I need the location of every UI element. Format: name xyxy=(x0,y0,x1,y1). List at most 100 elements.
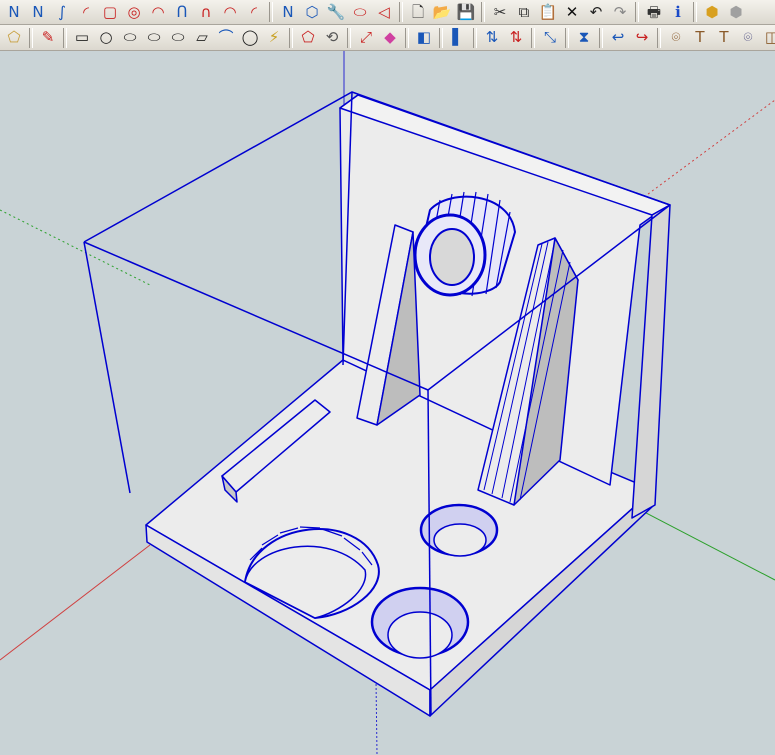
unfold-button[interactable]: ⌾ xyxy=(665,27,687,49)
wrench-button[interactable]: 🔧 xyxy=(325,1,347,23)
print-icon: 🖶 xyxy=(646,2,662,21)
arch-button[interactable]: ⌒ xyxy=(215,27,237,49)
copy-button[interactable]: ⧉ xyxy=(513,1,535,23)
follow-me-button[interactable]: ▌ xyxy=(447,27,469,49)
erase-button[interactable]: ✕ xyxy=(561,1,583,23)
rotate-button[interactable]: ⟲ xyxy=(321,27,343,49)
texture-t2-button[interactable]: T xyxy=(713,27,735,49)
circle-button[interactable]: ◎ xyxy=(123,1,145,23)
sphere-icon: ◯ xyxy=(241,28,259,46)
parallelogram-button[interactable]: ▱ xyxy=(191,27,213,49)
sector-icon: ◁ xyxy=(378,2,390,21)
redo-button[interactable]: ↷ xyxy=(609,1,631,23)
rectangle-small-icon: ▭ xyxy=(74,28,90,46)
arc-button[interactable]: ◜ xyxy=(75,1,97,23)
move-icon: ⤢ xyxy=(359,28,372,46)
toolbar-separator xyxy=(657,27,661,48)
unwrap-icon: ⌾ xyxy=(743,28,753,46)
eraser-button[interactable]: ◆ xyxy=(379,27,401,49)
sphere-button[interactable]: ◯ xyxy=(239,27,261,49)
toolbar-separator xyxy=(399,2,403,22)
toolbar-separator xyxy=(347,27,351,48)
select-icon: ⬠ xyxy=(7,28,21,46)
toolbar-separator xyxy=(63,27,67,48)
shape-rounded-button[interactable]: ⬭ xyxy=(143,27,165,49)
move-button[interactable]: ⤢ xyxy=(355,27,377,49)
spline-icon: ∫ xyxy=(58,2,66,21)
texture-t-button[interactable]: T xyxy=(689,27,711,49)
line-icon: Ν xyxy=(282,2,294,21)
flip-down-button[interactable]: ⇅ xyxy=(505,27,527,49)
select-button[interactable]: ⬠ xyxy=(3,27,25,49)
toolbar-separator xyxy=(635,2,639,22)
save-icon: 💾 xyxy=(456,2,476,21)
shape-ellipse-wide-button[interactable]: ⬭ xyxy=(167,27,189,49)
unwrap-button[interactable]: ⌾ xyxy=(737,27,759,49)
undo-button[interactable]: ↶ xyxy=(585,1,607,23)
info-button[interactable]: ℹ xyxy=(667,1,689,23)
texture-t-icon: T xyxy=(695,28,705,46)
polygon-button[interactable]: ⬡ xyxy=(301,1,323,23)
surface-button[interactable]: ◫ xyxy=(761,27,775,49)
drawing-toolbar: Ν Ν ∫ ◜ ▢ ◎ ◠ ᑎ ∩ ◠ ◜ Ν ⬡ 🔧 ⬭ ◁ 🗋 📂 💾 ✂ ⧉ 📋 ✕ ↶ ↷ 🖶 ℹ ⬢ ⬢ xyxy=(0,0,775,25)
group-button[interactable]: ⬢ xyxy=(725,1,747,23)
bend-button[interactable]: ↩ xyxy=(607,27,629,49)
texture-t2-icon: T xyxy=(719,28,729,46)
line-button[interactable]: Ν xyxy=(277,1,299,23)
pencil-button[interactable]: ✎ xyxy=(37,27,59,49)
scale-icon: ⤡ xyxy=(543,28,556,46)
twist-button[interactable]: ↪ xyxy=(631,27,653,49)
curve-button[interactable]: ∩ xyxy=(195,1,217,23)
mirror-button[interactable]: ⧗ xyxy=(573,27,595,49)
sector-button[interactable]: ◁ xyxy=(373,1,395,23)
cut-button[interactable]: ✂ xyxy=(489,1,511,23)
surface-icon: ◫ xyxy=(765,30,775,45)
arc-3pt-button[interactable]: ◠ xyxy=(219,1,241,23)
shape-ellipse-wide-icon: ⬭ xyxy=(171,28,185,46)
pushpull-icon: ◧ xyxy=(416,28,432,46)
pushpull-button[interactable]: ◧ xyxy=(413,27,435,49)
twist-icon: ↪ xyxy=(635,28,649,46)
ellipse-button[interactable]: ⬭ xyxy=(349,1,371,23)
open-folder-button[interactable]: 📂 xyxy=(431,1,453,23)
flip-down-icon: ⇅ xyxy=(509,28,523,46)
rotate-icon: ⟲ xyxy=(325,28,339,46)
arc-3pt-icon: ◠ xyxy=(223,2,237,21)
shape-ellipse-button[interactable]: ⬭ xyxy=(119,27,141,49)
toolbar-separator xyxy=(29,27,33,48)
component-button[interactable]: ⬢ xyxy=(701,1,723,23)
flip-up-button[interactable]: ⇅ xyxy=(481,27,503,49)
bezier-button[interactable]: ᑎ xyxy=(171,1,193,23)
3d-viewport[interactable] xyxy=(0,51,775,755)
offset-button[interactable]: ⬠ xyxy=(297,27,319,49)
circle-small-button[interactable]: ○ xyxy=(95,27,117,49)
bezier-icon: ᑎ xyxy=(176,2,188,21)
toolbar-separator xyxy=(481,2,485,22)
save-button[interactable]: 💾 xyxy=(455,1,477,23)
arc-2pt-button[interactable]: ◠ xyxy=(147,1,169,23)
flip-up-icon: ⇅ xyxy=(485,28,499,46)
shape-ellipse-icon: ⬭ xyxy=(123,28,137,46)
circle-icon: ◎ xyxy=(127,2,141,21)
paint-bucket-icon: ⚡ xyxy=(268,28,280,46)
wrench-icon: 🔧 xyxy=(326,2,346,21)
polyline-button[interactable]: Ν xyxy=(27,1,49,23)
new-document-button[interactable]: 🗋 xyxy=(407,1,429,23)
unfold-icon: ⌾ xyxy=(671,28,681,46)
bend-icon: ↩ xyxy=(611,28,625,46)
small-hole-1-opening xyxy=(433,523,487,557)
rectangle-small-button[interactable]: ▭ xyxy=(71,27,93,49)
print-button[interactable]: 🖶 xyxy=(643,1,665,23)
scale-button[interactable]: ⤡ xyxy=(539,27,561,49)
polyline-icon: Ν xyxy=(32,2,44,21)
paint-bucket-button[interactable]: ⚡ xyxy=(263,27,285,49)
arc-pie-button[interactable]: ◜ xyxy=(243,1,265,23)
cut-icon: ✂ xyxy=(493,2,507,21)
paste-button[interactable]: 📋 xyxy=(537,1,559,23)
rectangle-button[interactable]: ▢ xyxy=(99,1,121,23)
spline-button[interactable]: ∫ xyxy=(51,1,73,23)
rectangle-icon: ▢ xyxy=(102,2,118,21)
mirror-icon: ⧗ xyxy=(578,28,590,46)
freehand-button[interactable]: Ν xyxy=(3,1,25,23)
toolbar-separator xyxy=(693,2,697,22)
